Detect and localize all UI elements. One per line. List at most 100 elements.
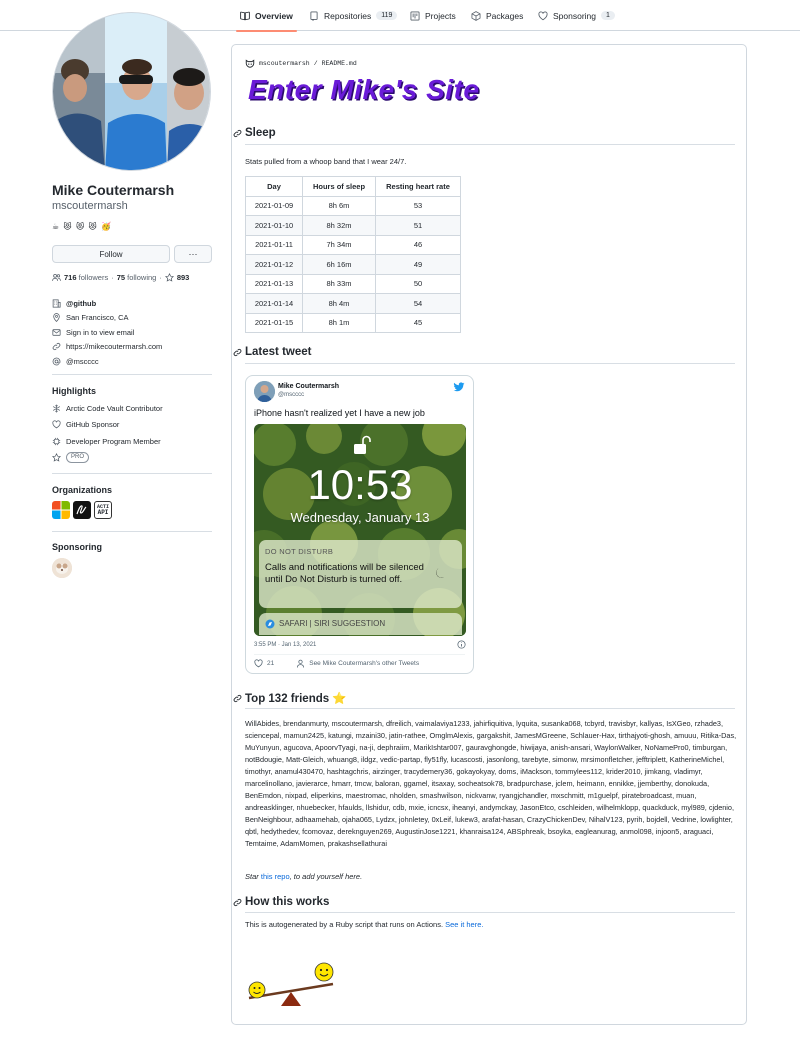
followers-link[interactable]: 716 followers [64,273,108,282]
people-icon [52,273,61,281]
org-api-logo[interactable]: ACTI API [94,501,112,519]
tweet-author-name[interactable]: Mike Coutermarsh [278,383,339,390]
location-icon [53,313,60,323]
cell-hours: 8h 1m [302,312,376,333]
cell-day: 2021-01-12 [245,254,303,275]
sponsored-avatar-image [52,558,72,578]
divider [52,374,212,375]
follow-button[interactable]: Follow [52,245,170,263]
moon-icon [436,567,446,578]
company-link[interactable]: @github [66,299,96,308]
tab-overview[interactable]: Overview [236,0,297,32]
this-repo-link[interactable]: this repo [261,872,290,881]
twitter-bird-icon[interactable] [453,381,465,393]
cell-hours: 8h 33m [302,273,376,294]
tab-projects[interactable]: Projects [410,0,456,31]
how-description: This is autogenerated by a Ruby script t… [245,920,483,929]
siri-suggestion-text: SAFARI | SIRI SUGGESTION [279,619,386,628]
table-row: 2021-01-14 8h 4m 54 [245,293,461,314]
tweet-timestamp[interactable]: 3:55 PM · Jan 13, 2021 [254,642,316,648]
tweet-embed[interactable]: Mike Coutermarsh @mscccc iPhone hasn't r… [245,375,474,674]
table-row: 2021-01-09 8h 6m 53 [245,195,461,216]
highlight-arctic-label: Arctic Code Vault Contributor [66,403,163,413]
info-icon[interactable] [457,640,466,649]
lockscreen-time: 10:53 [307,461,413,508]
table-row: 2021-01-11 7h 34m 46 [245,234,461,255]
tab-repositories-label: Repositories [324,10,372,21]
anchor-link-icon[interactable] [233,694,242,703]
cell-hours: 8h 6m [302,195,376,216]
cell-hr: 46 [375,234,461,255]
stars-count[interactable]: 893 [177,273,190,282]
star-icon [164,273,174,282]
following-link[interactable]: 75 following [117,273,157,282]
cell-day: 2021-01-11 [245,234,303,255]
table-row: 2021-01-10 8h 32m 51 [245,215,461,236]
cell-hr: 45 [375,312,461,333]
header-day: Day [245,176,303,197]
tweet-author-handle[interactable]: @mscccc [278,392,304,398]
friends-list[interactable]: WillAbides, brendanmurty, mscoutermarsh,… [245,718,737,850]
profile-details: @github San Francisco, CA Sign in to vie… [52,296,212,369]
building-icon [52,299,61,308]
person-icon [297,659,305,668]
tweet-author-avatar[interactable] [254,381,275,402]
website-link[interactable]: https://mikecoutermarsh.com [66,342,162,351]
tab-repositories[interactable]: Repositories 119 [309,0,398,31]
cell-day: 2021-01-13 [245,273,303,294]
readme-path-separator: / [313,60,318,67]
star-prefix: Star [245,872,259,881]
cell-hr: 53 [375,195,461,216]
highlight-arctic[interactable]: Arctic Code Vault Contributor [52,400,212,417]
following-label: following [127,273,157,282]
profile-avatar[interactable] [52,12,211,171]
heading-rule [245,144,735,145]
package-icon [471,10,481,21]
tab-sponsoring[interactable]: Sponsoring 1 [538,0,615,31]
org-api-label-2: API [97,509,109,516]
dot-separator: · [111,273,114,282]
anchor-link-icon[interactable] [233,898,242,907]
email-link[interactable]: Sign in to view email [66,328,134,337]
tab-packages-label: Packages [486,10,524,21]
divider [52,531,212,532]
profile-status-emojis[interactable]: ☕ 😻 😻 😻 🥳 [52,222,112,231]
like-heart-icon[interactable] [254,659,263,668]
highlight-developer[interactable]: Developer Program Member [52,433,212,450]
highlight-sponsor[interactable]: GitHub Sponsor [52,417,212,434]
tweet-image[interactable]: 10:53 Wednesday, January 13 DO NOT DISTU… [254,424,466,636]
see-it-here-link[interactable]: See it here. [445,920,483,929]
anchor-link-icon[interactable] [233,348,242,357]
repo-icon [310,11,318,21]
readme-path-user[interactable]: mscoutermarsh [259,60,310,67]
cell-hours: 6h 16m [302,254,376,275]
sponsored-user-avatar[interactable] [52,558,72,578]
tab-packages[interactable]: Packages [471,0,523,31]
twitter-link[interactable]: @mscccc [66,357,99,366]
profile-location: San Francisco, CA [52,311,212,326]
sleep-table: Day Hours of sleep Resting heart rate 20… [245,176,461,333]
heading-rule [245,363,735,364]
anchor-link-icon[interactable] [233,129,242,138]
table-header-row: Day Hours of sleep Resting heart rate [245,176,461,197]
org-microsoft-logo[interactable] [52,501,70,519]
star-instruction: Star this repo, to add yourself here. [245,872,362,881]
see-more-tweets-link[interactable]: See Mike Coutermarsh's other Tweets [309,660,419,667]
more-options-button[interactable]: ··· [174,245,212,263]
siri-suggestion: SAFARI | SIRI SUGGESTION [259,613,462,635]
smiley-left-icon [248,981,266,999]
heading-rule [245,708,735,709]
how-heading-text: How this works [245,896,330,908]
sleep-heading-text: Sleep [245,127,276,139]
repositories-count: 119 [376,11,398,20]
tab-overview-label: Overview [255,10,293,21]
tweet-like-count: 21 [267,660,275,667]
project-icon [410,11,420,20]
heart-icon [538,11,548,20]
readme-path-file[interactable]: README.md [322,60,357,67]
org-signature-logo[interactable] [73,501,91,519]
tab-projects-label: Projects [425,10,456,21]
cell-day: 2021-01-10 [245,215,303,236]
highlight-developer-label: Developer Program Member [66,436,161,446]
following-count: 75 [116,273,126,282]
